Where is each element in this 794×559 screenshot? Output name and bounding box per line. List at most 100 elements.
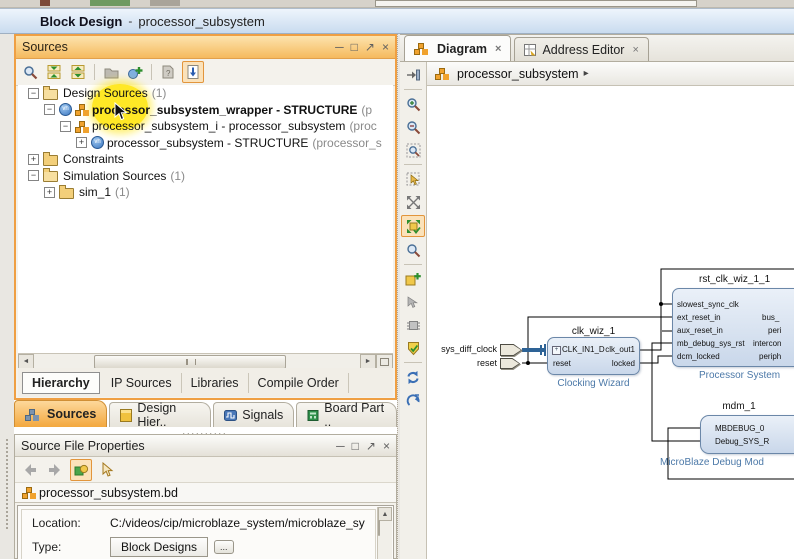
type-more-button[interactable]: ... — [214, 540, 234, 554]
properties-view-icon[interactable] — [70, 458, 92, 481]
tab-address-editor[interactable]: Address Editor × — [514, 37, 649, 61]
tree-horizontal-scrollbar[interactable]: ◄ ► — [18, 353, 393, 369]
block-clk-wiz-1[interactable]: + CLK_IN1_D reset clk_out1 locked — [547, 337, 640, 375]
interface-expand-icon[interactable]: + — [552, 346, 561, 355]
port-reset[interactable]: reset — [553, 359, 571, 368]
pin-toolbar-icon[interactable] — [402, 65, 424, 85]
select-area-icon[interactable] — [402, 169, 424, 189]
port-slowest-sync-clk[interactable]: slowest_sync_clk — [677, 300, 739, 309]
port-locked[interactable]: locked — [612, 359, 635, 368]
external-port-label-reset[interactable]: reset — [427, 358, 497, 368]
tab-diagram[interactable]: Diagram × — [404, 35, 512, 61]
tab-ip-sources[interactable]: IP Sources — [102, 372, 182, 393]
port-bus-struct-reset[interactable]: bus_ — [762, 313, 779, 322]
tree-item-simulation-sources[interactable]: − Simulation Sources (1) — [18, 168, 393, 185]
port-mbdebug-0[interactable]: MBDEBUG_0 — [715, 424, 764, 433]
collapse-expander-icon[interactable]: − — [60, 120, 71, 132]
find-icon[interactable] — [402, 240, 424, 260]
expand-expander-icon[interactable]: + — [44, 186, 55, 198]
open-file-icon[interactable] — [101, 62, 121, 82]
float-icon[interactable]: ↗ — [365, 41, 375, 53]
type-value-button[interactable]: Block Designs — [110, 537, 209, 557]
scroll-right-icon[interactable]: ► — [360, 354, 376, 369]
signals-waveform-icon — [224, 409, 238, 421]
back-icon[interactable] — [20, 460, 40, 480]
select-pointer-icon[interactable] — [97, 460, 117, 480]
selected-file-row[interactable]: processor_subsystem.bd — [15, 482, 396, 503]
external-port-sys-diff-clock[interactable] — [500, 344, 522, 356]
scrollbar-track[interactable] — [34, 355, 360, 369]
forward-icon[interactable] — [45, 460, 65, 480]
collapse-expander-icon[interactable]: − — [28, 170, 39, 182]
add-sources-icon[interactable] — [125, 62, 145, 82]
properties-vertical-scrollbar[interactable]: ▲ — [377, 507, 392, 559]
tab-signals[interactable]: Signals — [213, 402, 295, 427]
scroll-up-icon[interactable]: ▲ — [378, 507, 392, 521]
port-ext-reset-in[interactable]: ext_reset_in — [677, 313, 721, 322]
scroll-to-selected-icon[interactable] — [182, 61, 204, 83]
external-port-reset[interactable] — [500, 358, 520, 369]
tab-hierarchy[interactable]: Hierarchy — [22, 371, 100, 394]
tab-design-hierarchy[interactable]: Design Hier.. — [109, 401, 212, 429]
port-interconnect-aresetn[interactable]: intercon — [753, 339, 781, 348]
tree-item-design-sources[interactable]: − Design Sources (1) — [18, 85, 393, 102]
regenerate-layout-icon[interactable] — [402, 390, 424, 410]
make-external-icon[interactable] — [402, 292, 424, 312]
tab-libraries[interactable]: Libraries — [182, 372, 249, 393]
scrollbar-thumb[interactable] — [94, 355, 286, 369]
minimize-icon[interactable]: ─ — [335, 41, 344, 53]
folder-icon — [59, 184, 74, 199]
tab-board-part[interactable]: Board Part .. — [296, 401, 397, 429]
zoom-to-selection-icon[interactable] — [402, 140, 424, 160]
port-clk-in1-d[interactable]: + CLK_IN1_D — [552, 345, 605, 355]
tab-compile-order[interactable]: Compile Order — [249, 372, 349, 393]
properties-panel-header[interactable]: Source File Properties ─ □ ↗ × — [15, 435, 396, 457]
port-clk-out1[interactable]: clk_out1 — [605, 345, 635, 354]
minimize-icon[interactable]: ─ — [336, 440, 345, 452]
close-icon[interactable]: × — [382, 41, 389, 53]
help-file-icon[interactable]: ? — [158, 62, 178, 82]
port-peripheral-reset[interactable]: peri — [768, 326, 781, 335]
autofit-selection-icon[interactable] — [401, 215, 425, 237]
float-icon[interactable]: ↗ — [366, 440, 376, 452]
add-ip-icon[interactable] — [402, 269, 424, 289]
block-mdm-1[interactable]: MBDEBUG_0 Debug_SYS_R — [700, 415, 794, 454]
zoom-out-icon[interactable] — [402, 117, 424, 137]
refresh-icon[interactable] — [402, 367, 424, 387]
port-mb-debug-sys-rst[interactable]: mb_debug_sys_rst — [677, 339, 745, 348]
tree-item-constraints[interactable]: + Constraints — [18, 151, 393, 168]
search-icon[interactable] — [20, 62, 40, 82]
expand-all-icon[interactable] — [68, 62, 88, 82]
expand-expander-icon[interactable]: + — [76, 137, 87, 149]
scrollbar-thumb[interactable] — [378, 520, 380, 536]
tree-item-subsystem-i[interactable]: − processor_subsystem_i - processor_subs… — [18, 118, 393, 135]
collapse-all-icon[interactable] — [44, 62, 64, 82]
close-tab-icon[interactable]: × — [632, 44, 638, 56]
collapse-expander-icon[interactable]: − — [28, 87, 39, 99]
tree-item-sim-1[interactable]: + sim_1 (1) — [18, 184, 393, 201]
sources-panel-header[interactable]: Sources ─ □ ↗ × — [16, 36, 395, 59]
external-port-label-sys-diff-clock[interactable]: sys_diff_clock — [427, 344, 497, 354]
tree-item-subsystem[interactable]: + vh processor_subsystem - STRUCTURE (pr… — [18, 135, 393, 152]
customize-ip-icon[interactable] — [402, 315, 424, 335]
tab-sources[interactable]: Sources — [14, 400, 108, 427]
close-icon[interactable]: × — [383, 440, 390, 452]
maximize-icon[interactable]: □ — [351, 41, 358, 53]
scroll-left-icon[interactable]: ◄ — [18, 354, 34, 369]
tree-item-wrapper[interactable]: − vh processor_subsystem_wrapper - STRUC… — [18, 102, 393, 119]
zoom-in-icon[interactable] — [402, 94, 424, 114]
diagram-canvas[interactable]: processor_subsystem ▸ sys_diff_clock res… — [427, 62, 794, 559]
port-debug-sys-rst[interactable]: Debug_SYS_R — [715, 437, 769, 446]
port-dcm-locked[interactable]: dcm_locked — [677, 352, 720, 361]
port-aux-reset-in[interactable]: aux_reset_in — [677, 326, 723, 335]
selected-file-name: processor_subsystem.bd — [39, 485, 178, 500]
block-rst-clk-wiz-1-1[interactable]: slowest_sync_clk ext_reset_in aux_reset_… — [672, 288, 794, 367]
scrollbar-corner-grip[interactable] — [376, 354, 393, 369]
collapse-expander-icon[interactable]: − — [44, 104, 55, 116]
close-tab-icon[interactable]: × — [495, 43, 501, 55]
validate-design-icon[interactable] — [402, 338, 424, 358]
expand-expander-icon[interactable]: + — [28, 153, 39, 165]
port-peripheral-aresetn[interactable]: periph — [759, 352, 781, 361]
fit-to-window-icon[interactable] — [402, 192, 424, 212]
maximize-icon[interactable]: □ — [352, 440, 359, 452]
